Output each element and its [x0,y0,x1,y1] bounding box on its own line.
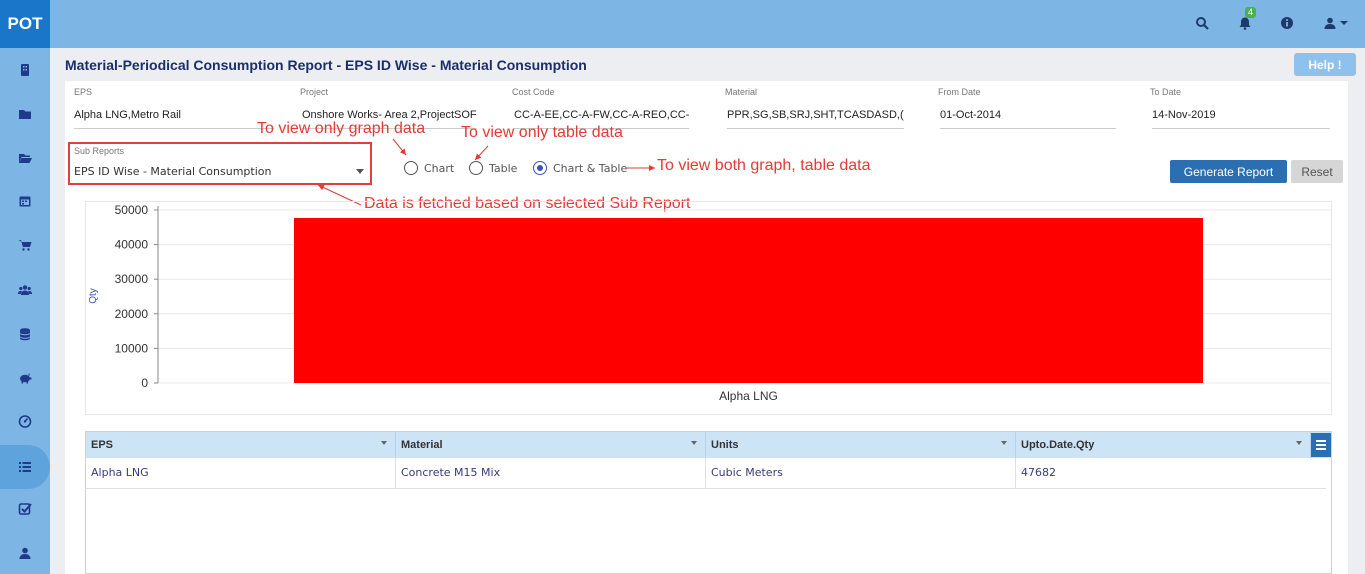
report-panel: EPS Alpha LNG,Metro Rail Project Onshore… [65,81,1348,574]
sub-reports-value: EPS ID Wise - Material Consumption [74,165,272,178]
x-category-label: Alpha LNG [719,389,778,403]
main-content: Material-Periodical Consumption Report -… [50,48,1365,574]
chart-bar [293,218,1204,383]
table-cell[interactable]: Concrete M15 Mix [396,458,706,489]
search-icon[interactable] [1193,14,1211,32]
help-button[interactable]: Help ! [1294,53,1356,76]
sub-reports-select[interactable]: Sub Reports EPS ID Wise - Material Consu… [68,142,372,185]
users-icon[interactable] [0,273,50,307]
page-title: Material-Periodical Consumption Report -… [65,57,587,73]
info-icon[interactable] [1278,14,1296,32]
y-tick-label: 10000 [115,341,149,355]
y-tick-label: 20000 [115,307,149,321]
material-field[interactable]: PPR,SG,SB,SRJ,SHT,TCASDASD,( [727,109,904,129]
table-cell[interactable]: 47682 [1016,458,1326,489]
y-tick-label: 30000 [115,272,149,286]
eps-field[interactable]: Alpha LNG,Metro Rail [74,109,274,129]
eps-label: EPS [74,87,93,97]
notification-badge: 4 [1245,7,1257,18]
radio-circle [404,161,418,175]
table-header: EPS Material Units Upto.Date.Qty [86,432,1331,458]
reset-button[interactable]: Reset [1291,160,1343,183]
chevron-down-icon[interactable] [691,441,697,445]
folder-open-icon[interactable] [0,141,50,175]
radio-chart[interactable]: Chart [404,161,454,175]
radio-chart-label: Chart [424,161,455,175]
column-header-material-label: Material [401,439,443,451]
chart-container: 0 10000 20000 30000 40000 50000 Qty Alpha LNG [85,201,1332,415]
chevron-down-icon [356,169,364,174]
cart-icon[interactable] [0,228,50,262]
y-tick-label: 50000 [115,203,149,217]
from-date-field[interactable]: 01-Oct-2014 [940,109,1116,129]
table-cell[interactable]: Alpha LNG [86,458,396,489]
folder-icon[interactable] [0,97,50,131]
user-icon[interactable] [0,536,50,570]
column-header-material[interactable]: Material [396,432,706,458]
data-table: EPS Material Units Upto.Date.Qty Alpha L… [85,431,1332,574]
top-bar: 4 [50,0,1365,48]
column-header-eps-label: EPS [91,439,114,451]
grid-menu-icon[interactable] [1311,433,1331,457]
sidebar: POT [0,0,50,574]
column-header-upto-date-qty-label: Upto.Date.Qty [1021,439,1095,451]
column-header-units[interactable]: Units [706,432,1016,458]
annotation-graph: To view only graph data [257,120,426,137]
cost-code-label: Cost Code [512,87,555,97]
bar-chart: 0 10000 20000 30000 40000 50000 Qty Alpha LNG [88,203,1331,403]
annotation-both: To view both graph, table data [657,157,871,174]
from-date-label: From Date [938,87,981,97]
calendar-icon[interactable] [0,184,50,218]
generate-report-button[interactable]: Generate Report [1170,160,1287,183]
building-icon[interactable] [0,53,50,87]
y-axis-label: Qty [88,288,99,304]
project-label: Project [300,87,329,97]
radio-circle [469,161,483,175]
radio-table[interactable]: Table [469,161,517,175]
annotation-table: To view only table data [461,124,623,141]
dashboard-icon[interactable] [0,404,50,438]
column-header-units-label: Units [711,439,739,451]
radio-chart-and-table-label: Chart & Table [553,161,628,175]
to-date-field[interactable]: 14-Nov-2019 [1152,109,1330,129]
chevron-down-icon[interactable] [1296,441,1302,445]
y-tick-label: 40000 [115,238,149,252]
list-icon[interactable] [0,445,50,489]
radio-chart-and-table[interactable]: Chart & Table [533,161,627,175]
radio-circle-selected [533,161,547,175]
sub-reports-label: Sub Reports [74,146,125,156]
chevron-down-icon[interactable] [381,441,387,445]
bell-icon[interactable]: 4 [1236,7,1257,32]
chevron-down-icon[interactable] [1001,441,1007,445]
table-cell[interactable]: Cubic Meters [706,458,1016,489]
app-logo[interactable]: POT [0,0,50,48]
material-label: Material [725,87,758,97]
column-header-upto-date-qty[interactable]: Upto.Date.Qty [1016,432,1311,458]
radio-table-label: Table [489,161,518,175]
user-menu-icon[interactable] [1320,14,1350,32]
to-date-label: To Date [1150,87,1182,97]
y-tick-label: 0 [141,376,148,390]
column-header-eps[interactable]: EPS [86,432,396,458]
piggy-bank-icon[interactable] [0,361,50,395]
database-icon[interactable] [0,317,50,351]
checkbox-icon[interactable] [0,492,50,526]
